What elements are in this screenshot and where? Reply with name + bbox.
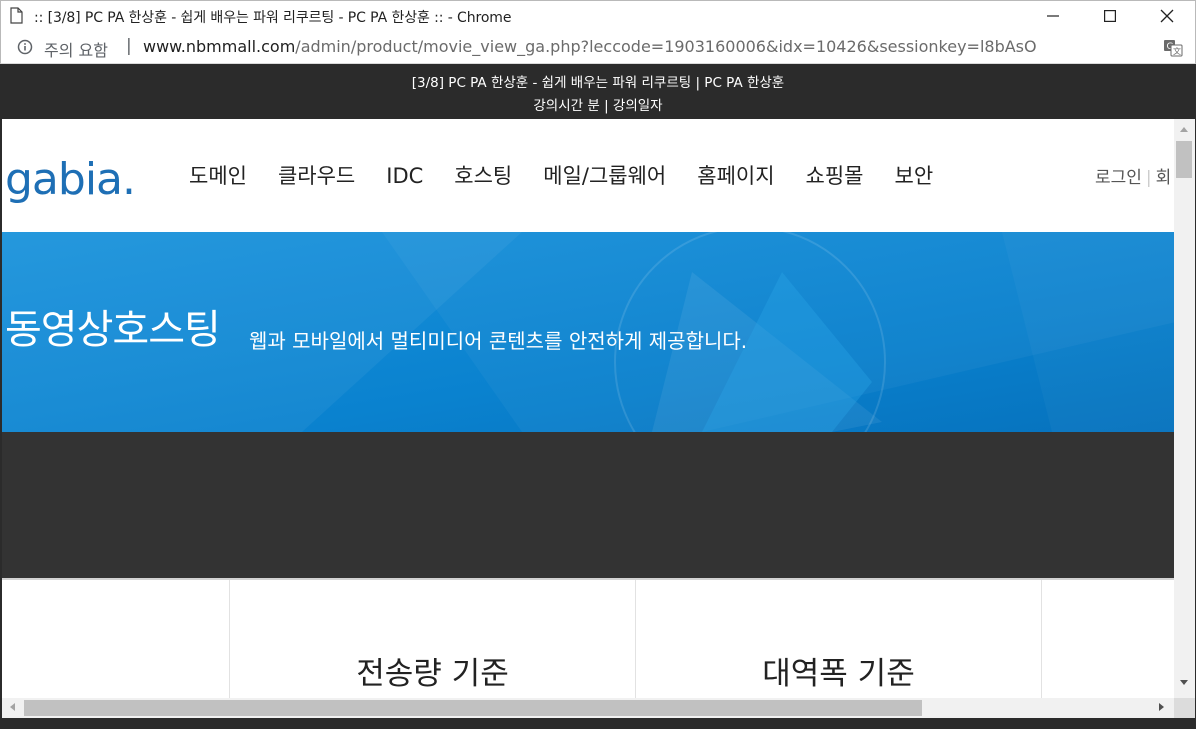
menu-item-domain[interactable]: 도메인 <box>189 161 247 191</box>
minimize-icon <box>1047 15 1059 17</box>
scroll-up-arrow-icon[interactable] <box>1179 125 1189 133</box>
plan-transfer[interactable]: 전송량 기준 <box>229 580 635 698</box>
util-separator: | <box>1145 168 1152 188</box>
lecture-subtitle: 강의시간 분 | 강의일자 <box>533 98 663 114</box>
horizontal-scroll-thumb[interactable] <box>24 700 922 716</box>
close-icon <box>1160 9 1174 23</box>
hero-subtitle: 웹과 모바일에서 멀티미디어 콘텐츠를 안전하게 제공합니다. <box>249 329 748 353</box>
close-button[interactable] <box>1138 1 1196 31</box>
menu-item-cloud[interactable]: 클라우드 <box>278 161 355 191</box>
site-nav: gabia. 도메인 클라우드 IDC 호스팅 메일/그룹웨어 홈페이지 쇼핑몰… <box>2 119 1174 232</box>
maximize-icon <box>1104 10 1116 22</box>
maximize-button[interactable] <box>1081 1 1139 31</box>
plan-transfer-label: 전송량 기준 <box>356 656 509 692</box>
translate-icon[interactable]: G 文 <box>1163 38 1183 58</box>
menu-item-hosting[interactable]: 호스팅 <box>454 161 512 191</box>
menu-item-shoppingmall[interactable]: 쇼핑몰 <box>806 161 864 191</box>
svg-text:文: 文 <box>1173 46 1181 56</box>
gabia-logo[interactable]: gabia. <box>5 154 136 205</box>
main-menu: 도메인 클라우드 IDC 호스팅 메일/그룹웨어 홈페이지 쇼핑몰 보안 <box>189 161 964 191</box>
logo-dot: . <box>122 154 136 205</box>
plan-bandwidth[interactable]: 대역폭 기준 <box>635 580 1041 698</box>
lecture-header: [3/8] PC PA 한상훈 - 쉽게 배우는 파워 리쿠르팅 | PC PA… <box>0 64 1196 119</box>
signup-link[interactable]: 회 <box>1156 168 1172 188</box>
scrollbar-corner <box>1174 698 1196 718</box>
bottom-band <box>0 718 1196 729</box>
scroll-left-arrow-icon[interactable] <box>8 702 16 712</box>
util-links: 로그인 | 회 <box>1095 163 1171 188</box>
url-path: /admin/product/movie_view_ga.php?leccode… <box>295 37 1037 56</box>
address-separator: | <box>126 36 132 56</box>
hero-title: 동영상호스팅 <box>5 307 221 353</box>
horizontal-scrollbar[interactable] <box>0 698 1174 718</box>
logo-text: gabia <box>5 154 123 205</box>
url-host: www.nbmmall.com <box>143 37 296 56</box>
video-area <box>2 432 1174 578</box>
document-icon <box>10 7 23 24</box>
scroll-down-arrow-icon[interactable] <box>1179 679 1189 687</box>
menu-item-mail-groupware[interactable]: 메일/그룹웨어 <box>543 161 666 191</box>
plan-section: 전송량 기준 대역폭 기준 <box>2 580 1174 698</box>
plan-column-partial <box>1041 580 1174 698</box>
plan-bandwidth-label: 대역폭 기준 <box>762 656 915 692</box>
window-title: :: [3/8] PC PA 한상훈 - 쉽게 배우는 파워 리쿠르팅 - PC… <box>34 10 512 26</box>
window-titlebar: :: [3/8] PC PA 한상훈 - 쉽게 배우는 파워 리쿠르팅 - PC… <box>0 0 1196 31</box>
vertical-scroll-thumb[interactable] <box>1176 141 1192 178</box>
menu-item-idc[interactable]: IDC <box>386 161 423 191</box>
lecture-title: [3/8] PC PA 한상훈 - 쉽게 배우는 파워 리쿠르팅 | PC PA… <box>411 75 785 91</box>
page-viewport: gabia. 도메인 클라우드 IDC 호스팅 메일/그룹웨어 홈페이지 쇼핑몰… <box>0 119 1174 698</box>
login-link[interactable]: 로그인 <box>1095 168 1142 188</box>
url-text[interactable]: www.nbmmall.com/admin/product/movie_view… <box>143 37 1037 56</box>
menu-item-homepage[interactable]: 홈페이지 <box>697 161 774 191</box>
address-bar[interactable]: 주의 요함 | www.nbmmall.com/admin/product/mo… <box>0 31 1196 64</box>
info-circle-icon[interactable] <box>17 39 33 55</box>
scroll-right-arrow-icon[interactable] <box>1158 702 1166 712</box>
minimize-button[interactable] <box>1024 1 1082 31</box>
vertical-scrollbar[interactable] <box>1174 119 1196 698</box>
security-warning[interactable]: 주의 요함 <box>44 37 108 61</box>
hero-banner: 동영상호스팅 웹과 모바일에서 멀티미디어 콘텐츠를 안전하게 제공합니다. <box>2 232 1174 432</box>
menu-item-security[interactable]: 보안 <box>895 161 934 191</box>
